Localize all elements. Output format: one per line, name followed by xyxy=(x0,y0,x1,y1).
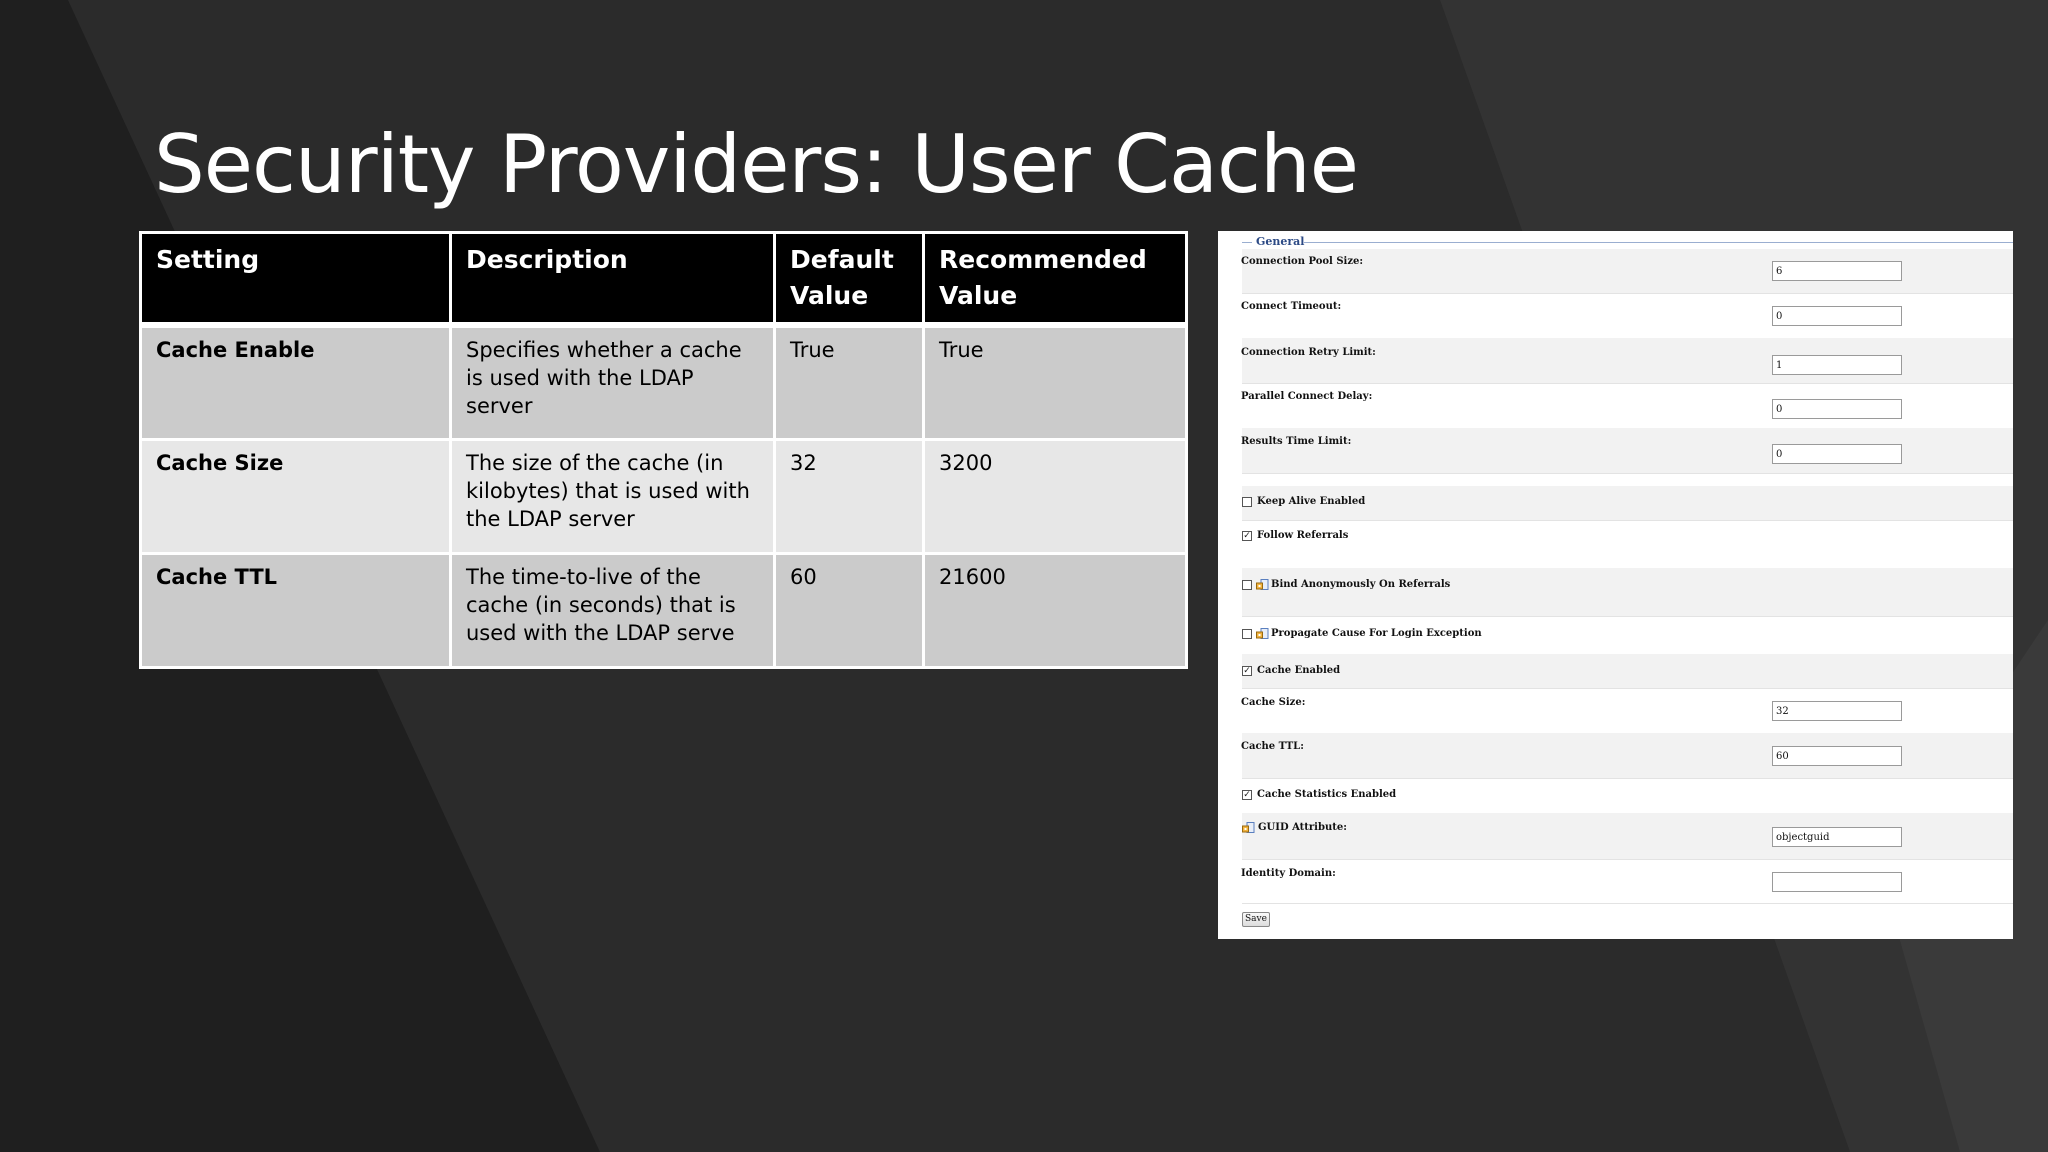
recommended-value-cell: True xyxy=(922,323,1188,441)
follow-referrals-label: Follow Referrals xyxy=(1257,530,1349,541)
propagate-cause-label: Propagate Cause For Login Exception xyxy=(1271,628,1482,639)
connection-pool-size-label: Connection Pool Size: xyxy=(1241,256,1364,267)
policy-settings-icon xyxy=(1242,822,1255,833)
connect-timeout-label: Connect Timeout: xyxy=(1241,301,1342,312)
results-time-limit-label: Results Time Limit: xyxy=(1241,436,1352,447)
connection-pool-size-input[interactable]: 6 xyxy=(1772,261,1902,281)
setting-cell: Cache Enable xyxy=(139,323,452,441)
cache-size-input[interactable]: 32 xyxy=(1772,701,1902,721)
check-mark-icon: ✓ xyxy=(1243,790,1251,800)
guid-attribute-input[interactable]: objectguid xyxy=(1772,827,1902,847)
keep-alive-enabled-checkbox[interactable] xyxy=(1242,497,1252,507)
recommended-value-cell: 21600 xyxy=(922,551,1188,669)
identity-domain-input[interactable] xyxy=(1772,872,1902,892)
parallel-connect-delay-input[interactable]: 0 xyxy=(1772,399,1902,419)
description-cell: The time-to-live of the cache (in second… xyxy=(449,551,776,669)
check-mark-icon: ✓ xyxy=(1243,666,1251,676)
bind-anonymously-checkbox[interactable] xyxy=(1242,580,1252,590)
cache-enabled-checkbox[interactable]: ✓ xyxy=(1242,666,1252,676)
keep-alive-enabled-label: Keep Alive Enabled xyxy=(1257,496,1366,507)
identity-domain-label: Identity Domain: xyxy=(1241,868,1336,879)
save-button[interactable]: Save xyxy=(1242,912,1270,927)
propagate-cause-row: Propagate Cause For Login Exception xyxy=(1242,616,2013,655)
cache-enabled-row: ✓ Cache Enabled xyxy=(1242,654,2013,689)
setting-cell: Cache TTL xyxy=(139,551,452,669)
setting-cell: Cache Size xyxy=(139,437,452,555)
cache-ttl-input[interactable]: 60 xyxy=(1772,746,1902,766)
identity-domain-row: Identity Domain: xyxy=(1241,859,2013,904)
guid-attribute-label: GUID Attribute: xyxy=(1258,822,1347,833)
connect-timeout-row: Connect Timeout: 0 xyxy=(1241,293,2013,339)
header-default-value: Default Value xyxy=(773,231,925,327)
table-row: Cache Enable Specifies whether a cache i… xyxy=(139,323,1188,441)
cache-ttl-row: Cache TTL: 60 xyxy=(1241,733,2013,779)
table-row: Cache TTL The time-to-live of the cache … xyxy=(139,551,1188,669)
cache-statistics-enabled-row: ✓ Cache Statistics Enabled xyxy=(1242,778,2013,814)
recommended-value-cell: 3200 xyxy=(922,437,1188,555)
connection-retry-limit-input[interactable]: 1 xyxy=(1772,355,1902,375)
header-recommended-value: Recommended Value xyxy=(922,231,1188,327)
connection-pool-size-row: Connection Pool Size: 6 xyxy=(1241,249,2013,294)
cache-statistics-enabled-label: Cache Statistics Enabled xyxy=(1257,789,1397,800)
ldap-provider-settings-panel: General Connection Pool Size: 6 Connect … xyxy=(1218,231,2013,939)
legend-rule xyxy=(1304,242,2013,243)
cache-statistics-enabled-checkbox[interactable]: ✓ xyxy=(1242,790,1252,800)
bind-anonymously-label: Bind Anonymously On Referrals xyxy=(1271,579,1451,590)
description-cell: Specifies whether a cache is used with t… xyxy=(449,323,776,441)
description-cell: The size of the cache (in kilobytes) tha… xyxy=(449,437,776,555)
general-legend: General xyxy=(1256,235,1309,248)
policy-settings-icon xyxy=(1256,628,1269,639)
default-value-cell: True xyxy=(773,323,925,441)
cache-settings-table: Setting Description Default Value Recomm… xyxy=(139,231,1188,669)
default-value-cell: 60 xyxy=(773,551,925,669)
follow-referrals-checkbox[interactable]: ✓ xyxy=(1242,531,1252,541)
policy-settings-icon xyxy=(1256,579,1269,590)
connect-timeout-input[interactable]: 0 xyxy=(1772,306,1902,326)
cache-ttl-label: Cache TTL: xyxy=(1241,741,1304,752)
header-setting: Setting xyxy=(139,231,452,327)
connection-retry-limit-label: Connection Retry Limit: xyxy=(1241,347,1376,358)
propagate-cause-checkbox[interactable] xyxy=(1242,629,1252,639)
slide-title: Security Providers: User Cache xyxy=(154,118,1359,211)
cache-size-row: Cache Size: 32 xyxy=(1241,688,2013,734)
parallel-connect-delay-row: Parallel Connect Delay: 0 xyxy=(1241,383,2013,429)
follow-referrals-row: ✓ Follow Referrals xyxy=(1242,520,2013,569)
cache-size-label: Cache Size: xyxy=(1241,697,1306,708)
results-time-limit-input[interactable]: 0 xyxy=(1772,444,1902,464)
header-description: Description xyxy=(449,231,776,327)
keep-alive-enabled-row: Keep Alive Enabled xyxy=(1242,486,2013,521)
check-mark-icon: ✓ xyxy=(1243,531,1251,541)
guid-attribute-row: GUID Attribute: objectguid xyxy=(1242,813,2013,860)
table-header-row: Setting Description Default Value Recomm… xyxy=(139,231,1188,327)
table-row: Cache Size The size of the cache (in kil… xyxy=(139,437,1188,555)
cache-enabled-label: Cache Enabled xyxy=(1257,665,1341,676)
results-time-limit-row: Results Time Limit: 0 xyxy=(1241,428,2013,474)
default-value-cell: 32 xyxy=(773,437,925,555)
parallel-connect-delay-label: Parallel Connect Delay: xyxy=(1241,391,1373,402)
general-fieldset-header: General xyxy=(1242,235,2013,249)
connection-retry-limit-row: Connection Retry Limit: 1 xyxy=(1241,338,2013,384)
legend-rule xyxy=(1242,242,1252,243)
bind-anonymously-row: Bind Anonymously On Referrals xyxy=(1242,568,2013,617)
